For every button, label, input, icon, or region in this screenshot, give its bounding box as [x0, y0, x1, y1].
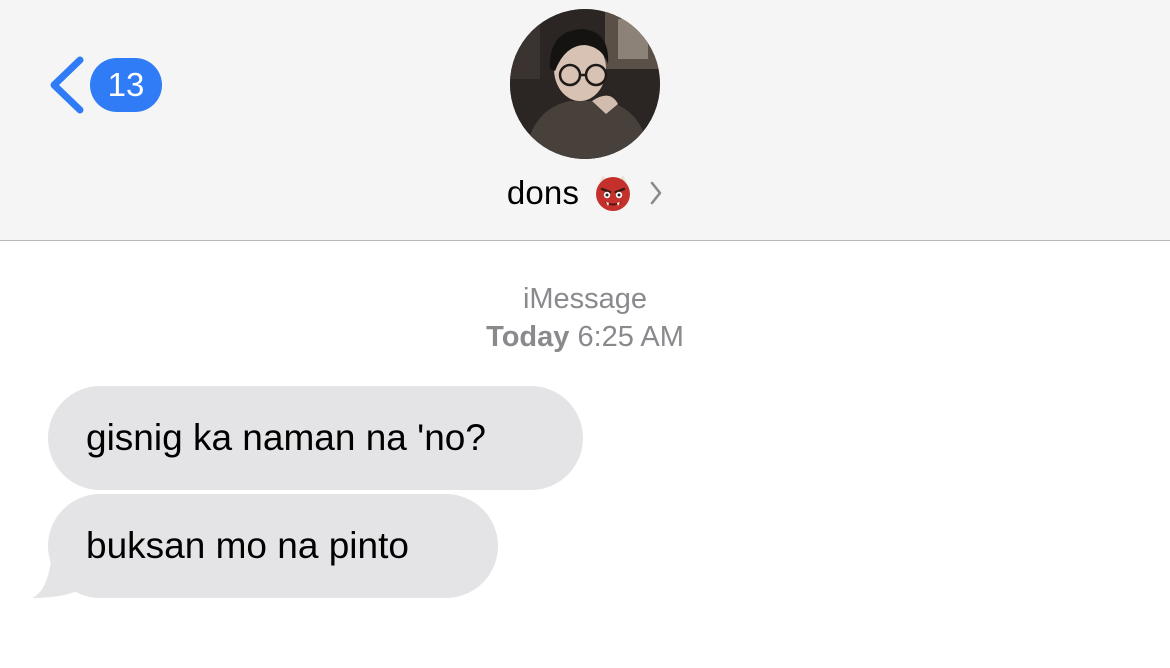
contact-avatar[interactable]	[510, 9, 660, 159]
avatar-photo	[510, 9, 660, 159]
timestamp-time: 6:25 AM	[577, 321, 684, 353]
conversation-header: 13 dons	[0, 0, 1170, 241]
back-button[interactable]: 13	[44, 52, 162, 118]
incoming-message-bubble[interactable]: buksan mo na pinto	[48, 494, 498, 598]
unread-count-badge: 13	[90, 58, 162, 112]
timestamp-day: Today	[486, 321, 570, 353]
ogre-emoji-icon	[596, 175, 631, 211]
chevron-right-icon	[650, 181, 662, 205]
contact-details-button[interactable]: dons	[0, 170, 1170, 216]
chevron-left-icon	[50, 56, 84, 114]
service-label: iMessage	[522, 283, 648, 315]
contact-name: dons	[506, 174, 580, 211]
message-timestamp: Today 6:25 AM	[0, 321, 1170, 354]
incoming-message-bubble[interactable]: gisnig ka naman na 'no?	[48, 386, 583, 490]
